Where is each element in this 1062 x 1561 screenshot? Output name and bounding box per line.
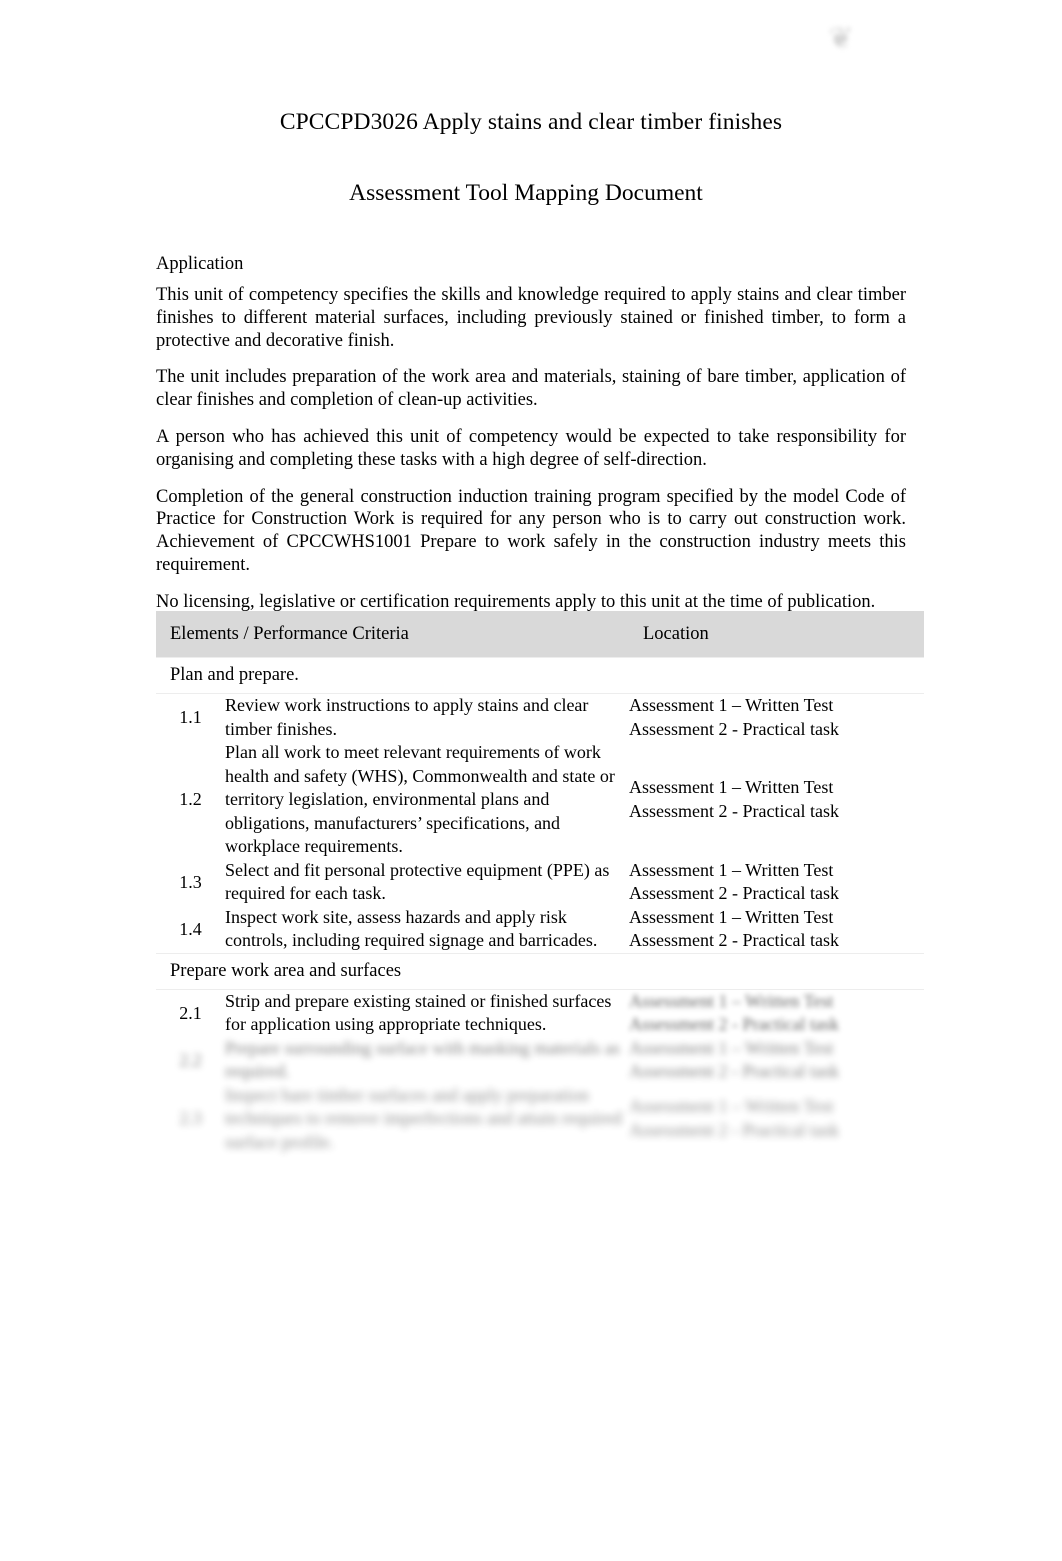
location-line-2: Assessment 2 - Practical task [629,718,839,739]
location-line-1: Assessment 1 – Written Test [629,1037,834,1058]
criteria-text: Inspect work site, assess hazards and ap… [225,906,598,951]
table-row: 2.3 Inspect bare timber surfaces and app… [156,1084,924,1155]
criteria-text: Prepare surrounding surface with masking… [225,1037,620,1082]
application-heading: Application [156,254,244,274]
criteria-number: 2.2 [179,1049,202,1070]
logo-wordmark [794,52,912,68]
group-location-blank [629,657,924,694]
document-title: CPCCPD3026 Apply stains and clear timber… [279,109,783,135]
location-line-1: Assessment 1 – Written Test [629,990,834,1011]
table-row: 1.4 Inspect work site, assess hazards an… [156,906,924,954]
application-paragraph-4: Completion of the general construction i… [156,486,906,575]
criteria-text: Plan all work to meet relevant requireme… [225,742,615,856]
group-heading-row: Plan and prepare. [156,657,924,694]
group-title-prepare-work-area: Prepare work area and surfaces [156,952,629,990]
criteria-text: Strip and prepare existing stained or fi… [225,990,612,1035]
location-line-2: Assessment 2 - Practical task [629,800,839,821]
application-section: Application This unit of competency spec… [156,252,906,624]
logo-mark-icon: ❦ [828,22,854,55]
header-location: Location [629,611,924,658]
location-cell: Assessment 1 – Written Test Assessment 2… [629,1084,924,1155]
criteria-number: 1.1 [179,707,202,727]
location-cell: Assessment 1 – Written Test Assessment 2… [629,741,924,859]
criteria-text: Select and fit personal protective equip… [225,859,610,904]
criteria-text: Review work instructions to apply stains… [225,695,589,739]
location-line-2: Assessment 2 - Practical task [629,1014,839,1034]
mapping-table: Elements / Performance Criteria Location… [156,611,924,1154]
table-row: 2.2 Prepare surrounding surface with mas… [156,1037,924,1084]
table-row: 1.1 Review work instructions to apply st… [156,694,924,742]
location-cell: Assessment 1 – Written Test Assessment 2… [629,694,924,742]
table-header-row: Elements / Performance Criteria Location [156,611,924,658]
location-line-2: Assessment 2 - Practical task [629,930,839,950]
location-cell: Assessment 1 – Written Test Assessment 2… [629,989,924,1037]
group-location-blank [629,952,924,990]
application-paragraph-1: This unit of competency specifies the sk… [156,285,906,351]
location-line-1: Assessment 1 – Written Test [629,906,834,927]
table-row: 1.3 Select and fit personal protective e… [156,859,924,906]
location-line-2: Assessment 2 - Practical task [629,1061,839,1081]
location-cell: Assessment 1 – Written Test Assessment 2… [629,1037,924,1084]
location-line-2: Assessment 2 - Practical task [629,883,839,903]
document-subtitle: Assessment Tool Mapping Document [349,180,703,206]
location-line-1: Assessment 1 – Written Test [629,859,834,880]
location-line-1: Assessment 1 – Written Test [629,695,834,715]
location-cell: Assessment 1 – Written Test Assessment 2… [629,906,924,954]
document-page: ❦ CPCCPD3026 Apply stains and clear timb… [0,0,1062,1561]
organisation-logo: ❦ [786,12,916,74]
group-title-plan-and-prepare: Plan and prepare. [156,657,629,694]
group-heading-row: Prepare work area and surfaces [156,952,924,990]
criteria-text: Inspect bare timber surfaces and apply p… [225,1084,622,1152]
table-row: 2.1 Strip and prepare existing stained o… [156,989,924,1037]
location-line-1: Assessment 1 – Written Test [629,1096,834,1117]
table-row: 1.2 Plan all work to meet relevant requi… [156,741,924,859]
criteria-number: 1.3 [179,871,202,892]
location-line-1: Assessment 1 – Written Test [629,777,834,798]
criteria-number: 1.2 [179,789,202,810]
criteria-number: 2.1 [179,1002,202,1023]
location-cell: Assessment 1 – Written Test Assessment 2… [629,859,924,906]
application-paragraph-3: A person who has achieved this unit of c… [156,426,906,470]
location-line-2: Assessment 2 - Practical task [629,1119,839,1140]
header-criteria: Elements / Performance Criteria [156,611,629,658]
application-paragraph-2: The unit includes preparation of the wor… [156,367,906,411]
criteria-number: 2.3 [179,1108,202,1129]
criteria-number: 1.4 [179,918,202,939]
